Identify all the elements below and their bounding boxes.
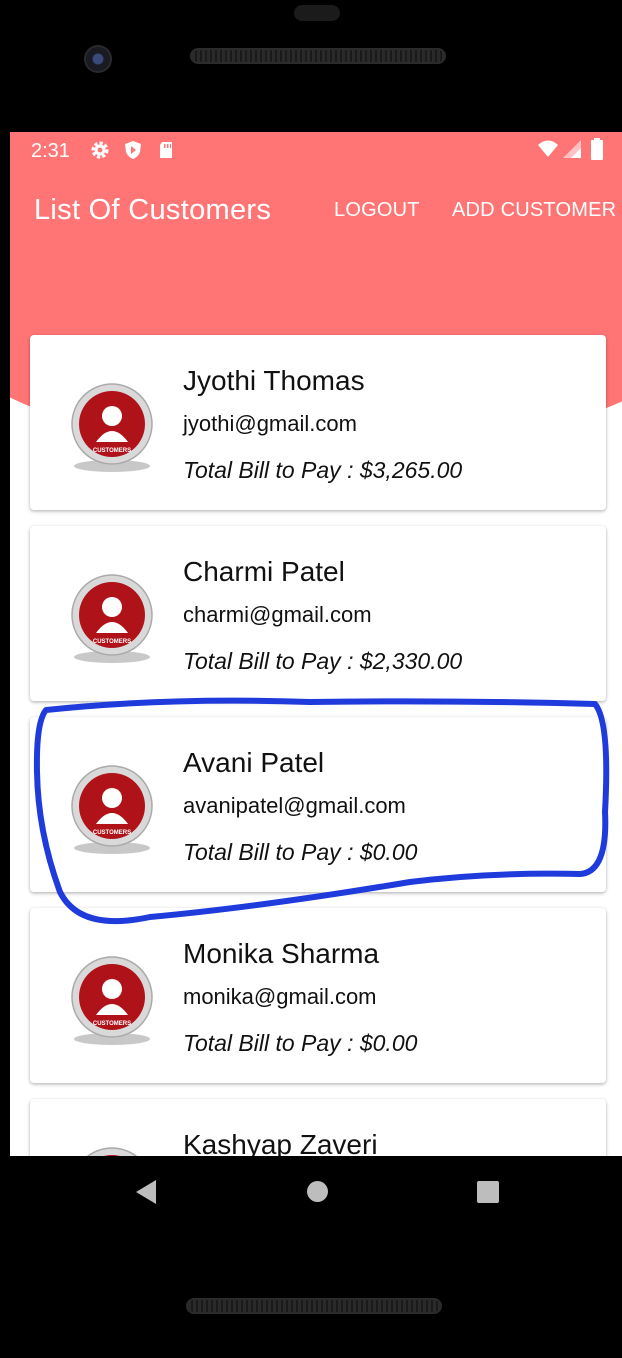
customer-name: Monika Sharma <box>183 938 380 969</box>
earpiece-speaker <box>190 48 446 64</box>
customers-badge-icon: CUSTOMERS <box>71 383 153 472</box>
status-bar: 2:31 <box>10 132 622 170</box>
app-screen: 2:31 List Of Customers LOGOUT ADD CUSTOM… <box>10 132 622 1156</box>
svg-text:CUSTOMERS: CUSTOMERS <box>93 830 131 836</box>
home-icon[interactable] <box>307 1181 328 1202</box>
customers-badge-icon: CUSTOMERS <box>71 765 153 854</box>
page-title: List Of Customers <box>34 194 272 226</box>
svg-text:CUSTOMERS: CUSTOMERS <box>93 448 131 454</box>
customer-card[interactable]: CUSTOMERS Monika Sharma monika@gmail.com… <box>30 908 606 1083</box>
customer-card[interactable]: CUSTOMERS Charmi Patel charmi@gmail.com … <box>30 526 606 701</box>
logout-button[interactable]: LOGOUT <box>334 199 420 222</box>
svg-text:CUSTOMERS: CUSTOMERS <box>93 639 131 645</box>
customer-name: Kashyap Zaveri <box>183 1129 378 1156</box>
customer-name: Avani Patel <box>183 747 325 778</box>
add-customer-button[interactable]: ADD CUSTOMER <box>452 199 616 222</box>
customer-card[interactable]: CUSTOMERS Avani Patel avanipatel@gmail.c… <box>30 717 606 892</box>
customers-badge-icon <box>86 1147 138 1156</box>
customer-name: Charmi Patel <box>183 556 345 587</box>
customer-name: Jyothi Thomas <box>183 365 365 396</box>
recents-icon[interactable] <box>477 1181 499 1203</box>
customer-card[interactable]: Kashyap Zaveri <box>30 1099 606 1156</box>
front-camera <box>84 45 112 73</box>
shield-icon <box>125 141 141 159</box>
customers-badge-icon: CUSTOMERS <box>71 574 153 663</box>
bottom-speaker <box>186 1298 442 1314</box>
signal-icon <box>563 140 581 158</box>
svg-text:CUSTOMERS: CUSTOMERS <box>93 1021 131 1027</box>
customer-email: charmi@gmail.com <box>183 602 372 627</box>
customer-email: jyothi@gmail.com <box>183 411 357 436</box>
customer-email: monika@gmail.com <box>183 984 377 1009</box>
wifi-icon <box>538 140 558 157</box>
gear-icon <box>91 141 109 159</box>
customer-bill: Total Bill to Pay : $0.00 <box>183 839 418 865</box>
sd-card-icon <box>160 142 172 158</box>
customers-badge-icon: CUSTOMERS <box>71 956 153 1045</box>
status-time: 2:31 <box>31 140 70 162</box>
back-icon[interactable] <box>136 1180 156 1204</box>
battery-icon <box>591 138 603 160</box>
customer-bill: Total Bill to Pay : $3,265.00 <box>183 457 463 483</box>
top-slot <box>294 5 340 21</box>
customer-email: avanipatel@gmail.com <box>183 793 406 818</box>
customer-bill: Total Bill to Pay : $0.00 <box>183 1030 418 1056</box>
customer-card[interactable]: CUSTOMERS Jyothi Thomas jyothi@gmail.com… <box>30 335 606 510</box>
customer-bill: Total Bill to Pay : $2,330.00 <box>183 648 463 674</box>
